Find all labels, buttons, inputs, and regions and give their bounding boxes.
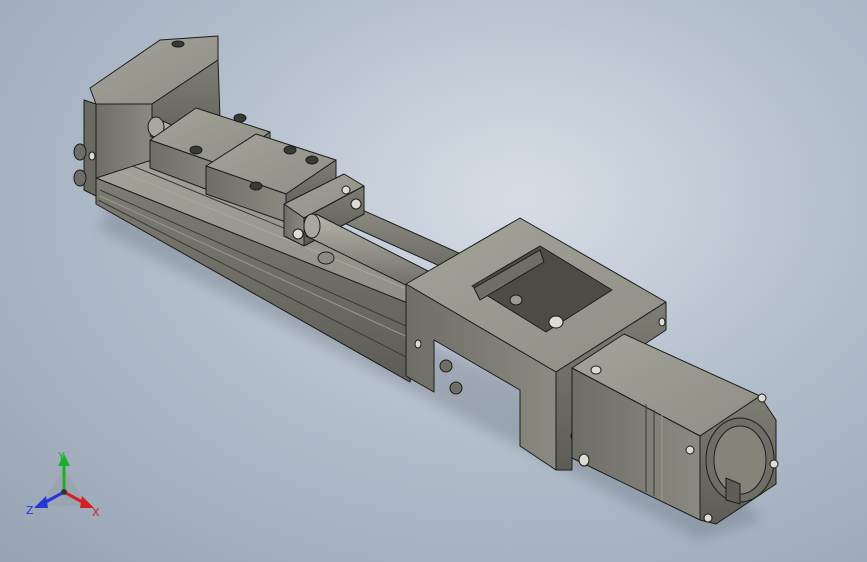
stepper-motor [571,333,779,525]
y-axis-label: Y [57,450,65,463]
z-axis-label: Z [26,504,34,517]
linear-actuator-model[interactable] [0,0,867,562]
x-axis-label: X [92,506,100,519]
view-orientation-triad[interactable]: Y X Z [24,448,104,524]
graphics-viewport[interactable]: Y X Z [0,0,867,562]
